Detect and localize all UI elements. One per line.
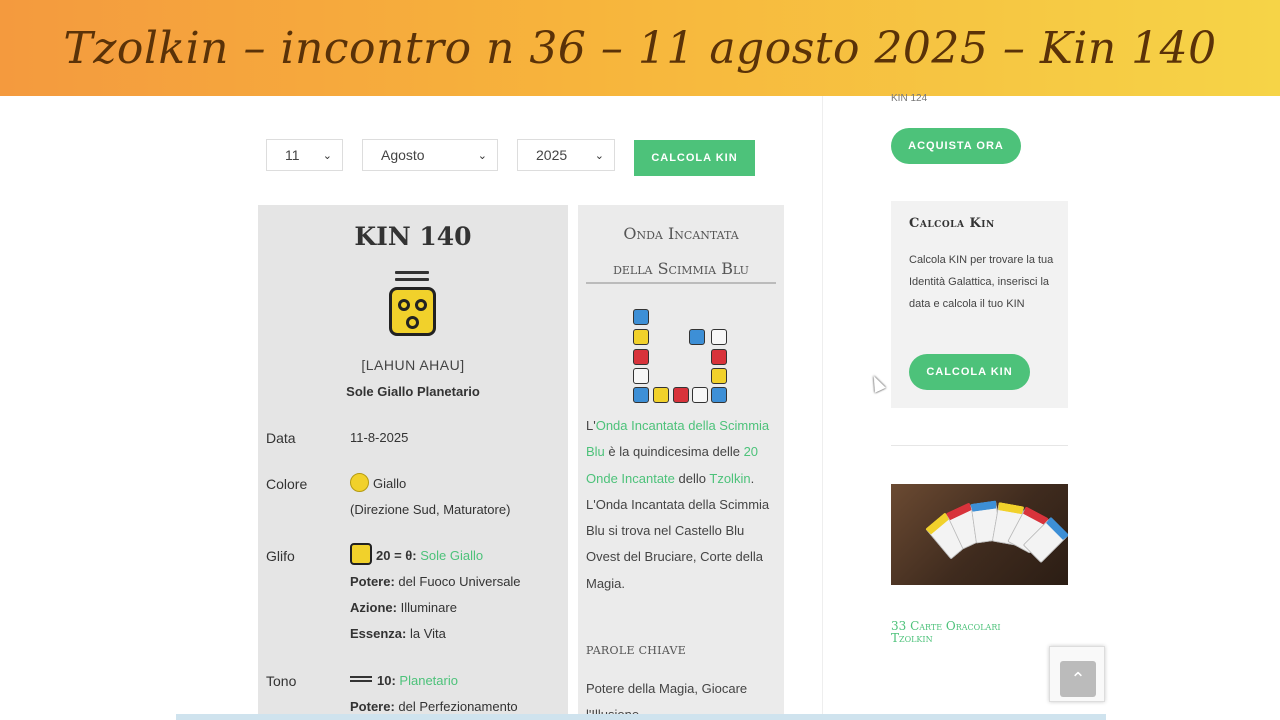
glifo-essenza: la Vita [410, 626, 446, 641]
onda-text-end: L'Onda Incantata della Scimmia Blu si tr… [586, 496, 770, 591]
tono-code: 10: [377, 673, 396, 688]
page-bottom-edge [176, 714, 1106, 720]
colore-name: Giallo [373, 476, 407, 491]
recaptcha-badge: ⌃ [1049, 646, 1105, 702]
glifo-azione-label: Azione: [350, 600, 397, 615]
onda-title-line1: Onda Incantata [623, 224, 739, 243]
tone-bars-mini-icon [350, 676, 372, 684]
sole-giallo-mini-icon [350, 543, 372, 565]
month-select[interactable]: Agosto ⌄ [362, 139, 498, 171]
content-sidebar-divider [822, 96, 823, 716]
chevron-down-icon: ⌄ [477, 149, 487, 162]
kin-subtitle: Sole Giallo Planetario [346, 384, 480, 399]
widget-text: Calcola KIN per trovare la tua Identità … [909, 254, 1054, 310]
year-select[interactable]: 2025 ⌄ [517, 139, 615, 171]
banner-title: Tzolkin – incontro n 36 – 11 agosto 2025… [63, 22, 1217, 74]
video-title-banner: Tzolkin – incontro n 36 – 11 agosto 2025… [0, 0, 1280, 96]
oracle-cards-product-image[interactable] [891, 484, 1068, 585]
calcola-kin-button[interactable]: CALCOLA KIN [634, 140, 755, 176]
colore-value: Giallo (Direzione Sud, Maturatore) [350, 471, 510, 523]
data-label: Data [266, 430, 296, 446]
page-right-margin [1106, 96, 1280, 720]
onda-text-mid1: è la quindicesima delle [608, 444, 740, 460]
product-title-line2: Tzolkin [891, 631, 933, 645]
day-select-value: 11 [285, 147, 300, 163]
onda-text-prefix: L' [586, 418, 596, 433]
day-select[interactable]: 11 ⌄ [266, 139, 343, 171]
tono-value: 10: Planetario Potere: del Perfezionamen… [350, 668, 518, 720]
page-left-margin [0, 96, 176, 720]
tono-potere: del Perfezionamento [398, 699, 518, 714]
widget-calcola-kin-button[interactable]: CALCOLA KIN [909, 354, 1030, 390]
glifo-azione: Illuminare [400, 600, 457, 615]
onda-description: L'Onda Incantata della Scimmia Blu è la … [586, 418, 770, 591]
glifo-label: Glifo [266, 548, 295, 564]
oracle-cards-product-link[interactable]: 33 Carte Oracolari Tzolkin [891, 620, 1071, 644]
tzolkin-link[interactable]: Tzolkin [709, 471, 750, 486]
planetario-link[interactable]: Planetario [399, 673, 458, 688]
glifo-potere-label: Potere: [350, 574, 395, 589]
onda-text-mid2: dello [678, 470, 706, 486]
month-select-value: Agosto [381, 147, 425, 163]
colore-label: Colore [266, 476, 308, 492]
kin-maya-name: [LAHUN AHAU] [361, 357, 465, 373]
glifo-value: 20 = θ: Sole Giallo Potere: del Fuoco Un… [350, 543, 521, 647]
tono-potere-label: Potere: [350, 699, 395, 714]
acquista-ora-button[interactable]: ACQUISTA ORA [891, 128, 1021, 164]
parole-chiave-heading: PAROLE CHIAVE [586, 644, 687, 657]
tone-bars-icon [395, 271, 429, 285]
colore-detail: (Direzione Sud, Maturatore) [350, 502, 511, 517]
sole-giallo-glyph-icon [389, 287, 436, 336]
onda-title: Onda Incantata della Scimmia Blu [586, 216, 776, 286]
widget-title: Calcola Kin [909, 216, 995, 231]
glifo-potere: del Fuoco Universale [398, 574, 521, 589]
sole-giallo-link[interactable]: Sole Giallo [420, 548, 483, 563]
onda-title-line2: della Scimmia Blu [613, 259, 749, 278]
chevron-down-icon: ⌄ [322, 149, 332, 162]
data-value: 11-8-2025 [350, 430, 409, 445]
chevron-down-icon: ⌄ [594, 149, 604, 162]
glifo-essenza-label: Essenza: [350, 626, 407, 641]
kin-title: KIN 140 [354, 222, 472, 251]
scroll-to-top-icon[interactable]: ⌃ [1060, 661, 1096, 697]
tono-label: Tono [266, 673, 297, 689]
glifo-code: 20 = θ: [376, 548, 417, 563]
year-select-value: 2025 [536, 147, 568, 163]
onda-title-rule [586, 282, 776, 284]
sidebar-kin-small: KIN 124 [891, 93, 928, 104]
sidebar-divider [891, 445, 1068, 446]
yellow-color-dot-icon [350, 473, 369, 492]
